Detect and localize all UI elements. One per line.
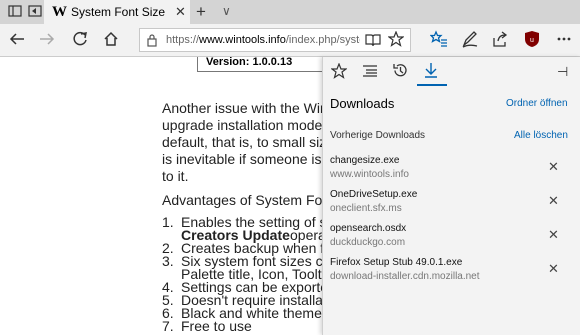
previous-downloads-label: Vorherige Downloads [330,130,426,141]
download-item[interactable]: OneDriveSetup.exe oneclient.sfx.ms ✕ [322,186,580,220]
list-item: Free to use [181,318,252,334]
download-item[interactable]: opensearch.osdx duckduckgo.com ✕ [322,220,580,254]
remove-download-icon[interactable]: ✕ [548,193,559,209]
tab-dropdown-icon[interactable]: ∨ [222,4,231,18]
pin-panel-icon[interactable]: ⊣ [557,64,568,80]
more-options-icon[interactable] [556,30,572,48]
share-icon[interactable] [491,30,509,48]
paragraph-line: upgrade installation mode th [162,117,322,133]
advantages-heading: Advantages of System Font [162,192,322,208]
favorites-tab-icon[interactable] [331,63,347,79]
list-number: 1. [162,214,174,230]
close-tab-icon[interactable]: ✕ [175,4,186,20]
remove-download-icon[interactable]: ✕ [548,261,559,277]
open-folder-link[interactable]: Ordner öffnen [506,98,568,109]
download-source: oneclient.sfx.ms [330,203,402,214]
paragraph-line: to it. [162,168,189,184]
active-tab-indicator [417,84,447,86]
remove-download-icon[interactable]: ✕ [548,227,559,243]
tab-preview-icon[interactable] [28,4,42,18]
tabs-aside-icon[interactable] [8,4,22,18]
lock-icon[interactable] [146,33,158,47]
paragraph-line: Another issue with the Wind [162,100,322,116]
new-tab-button[interactable]: + [196,2,206,22]
forward-icon[interactable] [38,31,56,47]
clear-all-link[interactable]: Alle löschen [514,130,568,141]
paragraph-line: is inevitable if someone is in [162,151,322,167]
paragraph-line: default, that is, to small size. [162,134,322,150]
refresh-icon[interactable] [71,30,89,48]
address-url[interactable]: https://www.wintools.info/index.php/syst… [166,34,360,46]
tab-title: System Font Size Chang [71,5,169,19]
downloads-title: Downloads [330,96,395,111]
site-favicon: W [52,4,67,20]
remove-download-icon[interactable]: ✕ [548,159,559,175]
history-tab-icon[interactable] [392,62,409,79]
svg-text:u: u [530,37,534,44]
favorite-star-icon[interactable] [388,31,404,47]
url-path: /index.php/system-fo [285,34,360,46]
ublock-extension-icon[interactable]: u [524,30,540,48]
page-viewport: Version: 1.0.0.13 Another issue with the… [0,57,322,335]
download-filename[interactable]: opensearch.osdx [330,223,406,234]
list-number: 3. [162,253,174,269]
list-number: 7. [162,318,174,334]
download-item[interactable]: changesize.exe www.wintools.info ✕ [322,152,580,186]
web-note-icon[interactable] [461,30,479,48]
download-filename[interactable]: changesize.exe [330,155,400,166]
download-filename[interactable]: Firefox Setup Stub 49.0.1.exe [330,257,462,268]
reading-view-icon[interactable] [365,32,381,48]
reading-list-tab-icon[interactable] [362,63,378,79]
home-icon[interactable] [102,30,120,48]
url-scheme: https:// [166,34,200,46]
version-box: Version: 1.0.0.13 [197,57,322,72]
hub-icon[interactable] [430,30,448,48]
download-source: download-installer.cdn.mozilla.net [330,271,480,282]
download-filename[interactable]: OneDriveSetup.exe [330,189,417,200]
downloads-tab-icon[interactable] [423,62,439,79]
download-source: www.wintools.info [330,169,409,180]
back-icon[interactable] [8,31,26,47]
download-source: duckduckgo.com [330,237,406,248]
url-host: www.wintools.info [199,34,286,46]
version-label: Version: 1.0.0.13 [206,57,293,68]
download-item[interactable]: Firefox Setup Stub 49.0.1.exe download-i… [322,254,580,288]
